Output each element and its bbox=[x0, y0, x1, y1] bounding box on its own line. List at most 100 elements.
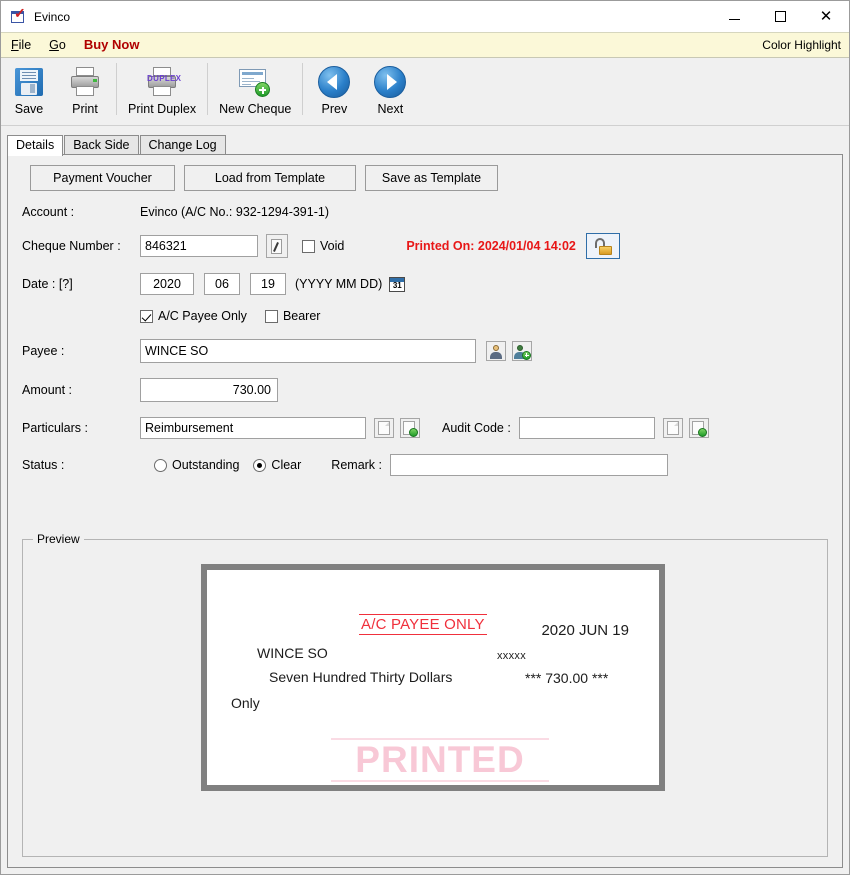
tab-change-log[interactable]: Change Log bbox=[139, 135, 226, 155]
void-checkbox[interactable]: Void bbox=[302, 239, 344, 253]
document-add-icon bbox=[691, 420, 707, 437]
remark-input[interactable] bbox=[390, 454, 668, 476]
payee-add-button[interactable] bbox=[512, 341, 532, 361]
audit-code-add-button[interactable] bbox=[688, 418, 709, 438]
cheque-crossing-text: A/C PAYEE ONLY bbox=[359, 614, 487, 635]
minimize-icon[interactable] bbox=[711, 1, 757, 32]
document-add-icon bbox=[403, 420, 418, 437]
void-checkbox-box bbox=[302, 239, 315, 253]
details-panel: Payment Voucher Load from Template Save … bbox=[7, 154, 843, 868]
particulars-pick-button[interactable] bbox=[374, 418, 394, 438]
title-bar: ✓ Evinco ✕ bbox=[1, 1, 849, 32]
date-format-hint: (YYYY MM DD) bbox=[295, 277, 383, 291]
preview-groupbox: Preview A/C PAYEE ONLY 2020 JUN 19 WINCE… bbox=[22, 532, 828, 857]
document-icon bbox=[378, 421, 390, 435]
payee-label: Payee : bbox=[22, 344, 65, 358]
audit-code-pick-button[interactable] bbox=[662, 418, 683, 438]
arrow-left-icon bbox=[318, 64, 351, 100]
date-day-input[interactable] bbox=[250, 273, 286, 295]
cheque-number-label: Cheque Number : bbox=[22, 239, 121, 253]
status-clear-radio-dot bbox=[253, 458, 267, 472]
menu-bar: FFileile Go Buy Now Color Highlight bbox=[1, 32, 849, 58]
bearer-checkbox-box bbox=[264, 309, 278, 323]
particulars-label: Particulars : bbox=[22, 421, 88, 435]
payee-pick-button[interactable] bbox=[486, 341, 506, 361]
printed-watermark: PRINTED bbox=[331, 738, 549, 782]
cheque-masked-text: xxxxx bbox=[497, 650, 526, 662]
calendar-icon[interactable]: 31 bbox=[389, 276, 406, 292]
amount-input[interactable] bbox=[140, 378, 278, 402]
load-from-template-button[interactable]: Load from Template bbox=[184, 165, 356, 191]
app-window: ✓ Evinco ✕ FFileile Go Buy Now Color Hig… bbox=[0, 0, 850, 875]
cheque-number-row: Cheque Number : Void Printed On: 2024/01… bbox=[8, 233, 842, 259]
close-icon[interactable]: ✕ bbox=[803, 1, 849, 32]
toolbar-separator bbox=[116, 63, 117, 115]
status-clear-radio[interactable]: Clear bbox=[253, 458, 301, 472]
ac-payee-only-label: A/C Payee Only bbox=[158, 309, 247, 323]
cheque-amount-words-line2: Only bbox=[231, 695, 260, 711]
new-cheque-button[interactable]: New Cheque bbox=[211, 61, 299, 116]
payee-input[interactable] bbox=[140, 339, 476, 363]
window-controls: ✕ bbox=[711, 1, 849, 32]
status-outstanding-radio-dot bbox=[154, 458, 167, 472]
new-cheque-icon bbox=[238, 64, 272, 100]
print-button[interactable]: Print bbox=[57, 61, 113, 116]
arrow-right-icon bbox=[374, 64, 407, 100]
prev-button-label: Prev bbox=[321, 102, 348, 116]
audit-code-label: Audit Code : bbox=[442, 421, 511, 435]
ac-payee-only-checkbox[interactable]: A/C Payee Only bbox=[140, 309, 247, 323]
tab-strip: Details Back Side Change Log bbox=[1, 126, 849, 156]
particulars-input[interactable] bbox=[140, 417, 366, 439]
ac-payee-only-checkbox-box bbox=[140, 309, 153, 323]
maximize-icon[interactable] bbox=[757, 1, 803, 32]
date-label: Date : [?] bbox=[22, 277, 73, 291]
document-icon bbox=[666, 421, 679, 435]
preview-area: Preview A/C PAYEE ONLY 2020 JUN 19 WINCE… bbox=[8, 532, 842, 867]
preview-group-title: Preview bbox=[33, 532, 84, 546]
account-row: Account : Evinco (A/C No.: 932-1294-391-… bbox=[8, 205, 842, 219]
user-add-icon bbox=[514, 344, 531, 360]
save-as-template-button[interactable]: Save as Template bbox=[365, 165, 498, 191]
toolbar-separator bbox=[302, 63, 304, 115]
menu-buy-now[interactable]: Buy Now bbox=[75, 33, 149, 57]
payee-row: Payee : bbox=[8, 339, 842, 363]
cheque-amount-words-line1: Seven Hundred Thirty Dollars bbox=[269, 669, 453, 685]
cheque-payee-text: WINCE SO bbox=[257, 645, 328, 661]
date-month-input[interactable] bbox=[204, 273, 240, 295]
menu-file[interactable]: FFileile bbox=[1, 33, 40, 57]
audit-code-input[interactable] bbox=[518, 417, 655, 439]
cheque-number-input[interactable] bbox=[140, 235, 258, 257]
remark-label: Remark : bbox=[331, 458, 382, 472]
next-button[interactable]: Next bbox=[362, 61, 418, 116]
payment-voucher-button[interactable]: Payment Voucher bbox=[30, 165, 175, 191]
date-year-input[interactable] bbox=[140, 273, 194, 295]
crossing-row: A/C Payee Only Bearer bbox=[8, 309, 842, 323]
prev-button[interactable]: Prev bbox=[306, 61, 362, 116]
floppy-disk-icon bbox=[13, 64, 45, 100]
void-checkbox-label: Void bbox=[320, 239, 345, 253]
date-row: Date : [?] (YYYY MM DD) 31 bbox=[8, 273, 842, 295]
unlock-button[interactable] bbox=[585, 233, 620, 259]
cheque-preview: A/C PAYEE ONLY 2020 JUN 19 WINCE SO xxxx… bbox=[201, 564, 665, 791]
status-outstanding-radio[interactable]: Outstanding bbox=[154, 458, 239, 472]
new-cheque-button-label: New Cheque bbox=[219, 102, 292, 116]
tab-back-side[interactable]: Back Side bbox=[64, 135, 139, 155]
calendar-day-number: 31 bbox=[392, 280, 402, 290]
printed-on-label: Printed On: 2024/01/04 14:02 bbox=[406, 239, 576, 253]
menu-go[interactable]: Go bbox=[40, 33, 75, 57]
toolbar-separator bbox=[207, 63, 209, 115]
particulars-add-button[interactable] bbox=[400, 418, 420, 438]
toolbar: Save Print DUPLEX Print Duplex New Chequ… bbox=[1, 58, 849, 126]
user-icon bbox=[489, 344, 503, 359]
template-button-row: Payment Voucher Load from Template Save … bbox=[8, 155, 842, 191]
save-button[interactable]: Save bbox=[1, 61, 57, 116]
print-duplex-button[interactable]: DUPLEX Print Duplex bbox=[120, 61, 204, 116]
save-button-label: Save bbox=[14, 102, 44, 116]
amount-row: Amount : bbox=[8, 378, 842, 402]
color-highlight-label[interactable]: Color Highlight bbox=[762, 33, 841, 57]
status-row: Status : Outstanding Clear Remark : bbox=[8, 454, 842, 476]
printer-duplex-icon: DUPLEX bbox=[146, 64, 181, 100]
tab-details[interactable]: Details bbox=[7, 135, 64, 156]
bearer-checkbox[interactable]: Bearer bbox=[264, 309, 320, 323]
cheque-number-edit-button[interactable] bbox=[266, 234, 288, 258]
